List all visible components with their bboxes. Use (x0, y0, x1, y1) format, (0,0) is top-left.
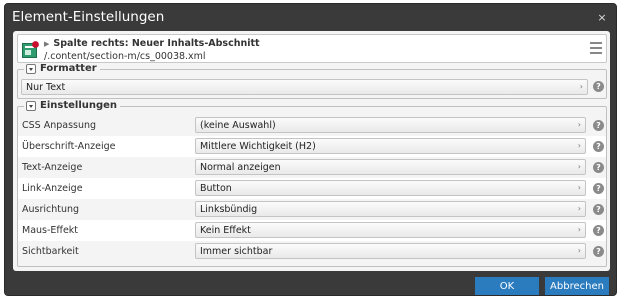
help-icon[interactable]: ? (593, 204, 604, 215)
setting-label: CSS Anpassung (22, 120, 97, 131)
setting-label: Maus-Effekt (22, 225, 79, 236)
chevron-right-icon: › (577, 120, 581, 129)
dialog-footer: OK Abbrechen (5, 275, 616, 295)
setting-label: Überschrift-Anzeige (22, 141, 116, 152)
chevron-right-icon: › (577, 246, 581, 255)
setting-select-value: Normal anzeigen (200, 162, 281, 173)
setting-select[interactable]: Linksbündig › (195, 201, 586, 217)
close-icon[interactable]: × (595, 4, 609, 31)
settings-row: Link-Anzeige Button ›? (18, 178, 606, 199)
chevron-right-icon: › (579, 82, 583, 91)
settings-row: Maus-Effekt Kein Effekt ›? (18, 220, 606, 241)
resource-title: ▶ Spalte rechts: Neuer Inhalts-Abschnitt (44, 38, 260, 49)
formatter-legend-text: Formatter (40, 63, 97, 74)
formatter-select[interactable]: Nur Text › (21, 79, 588, 95)
setting-select-value: Immer sichtbar (200, 246, 273, 257)
dialog-titlebar[interactable]: Element-Einstellungen (5, 4, 616, 31)
chevron-right-icon: › (577, 183, 581, 192)
help-icon[interactable]: ? (593, 225, 604, 236)
chevron-right-icon: › (577, 141, 581, 150)
resource-info: ▶ Spalte rechts: Neuer Inhalts-Abschnitt … (17, 34, 607, 63)
ok-button[interactable]: OK (475, 277, 539, 295)
cancel-button[interactable]: Abbrechen (545, 277, 609, 295)
help-icon[interactable]: ? (593, 120, 604, 131)
setting-select-value: Kein Effekt (200, 225, 251, 236)
formatter-fieldset: Formatter Nur Text › ? (17, 63, 607, 99)
collapse-toggle-icon[interactable] (26, 101, 36, 111)
setting-select[interactable]: Normal anzeigen › (195, 159, 586, 175)
menu-icon[interactable] (590, 42, 602, 54)
settings-row: Sichtbarkeit Immer sichtbar ›? (18, 241, 606, 262)
settings-legend: Einstellungen (24, 100, 121, 112)
dialog-title: Element-Einstellungen (12, 9, 165, 25)
settings-dialog: Element-Einstellungen × ▶ Spalte rechts: … (4, 3, 617, 296)
content-section-icon (22, 41, 39, 58)
formatter-legend: Formatter (24, 63, 100, 75)
help-icon[interactable]: ? (593, 141, 604, 152)
formatter-select-value: Nur Text (26, 82, 66, 93)
resource-path: /.content/section-m/cs_00038.xml (44, 51, 206, 62)
chevron-right-icon: › (577, 225, 581, 234)
expand-triangle-icon[interactable]: ▶ (44, 40, 49, 48)
setting-select[interactable]: Mittlere Wichtigkeit (H2) › (195, 138, 586, 154)
dialog-content: ▶ Spalte rechts: Neuer Inhalts-Abschnitt … (13, 31, 610, 271)
setting-select[interactable]: Kein Effekt › (195, 222, 586, 238)
chevron-right-icon: › (577, 204, 581, 213)
chevron-right-icon: › (577, 162, 581, 171)
setting-label: Link-Anzeige (22, 183, 83, 194)
settings-row: CSS Anpassung (keine Auswahl) ›? (18, 115, 606, 136)
setting-label: Sichtbarkeit (22, 246, 79, 257)
collapse-toggle-icon[interactable] (26, 64, 36, 74)
help-icon[interactable]: ? (593, 183, 604, 194)
settings-fieldset: Einstellungen CSS Anpassung (keine Auswah… (17, 100, 607, 267)
setting-select-value: Linksbündig (200, 204, 258, 215)
settings-row: Überschrift-Anzeige Mittlere Wichtigkeit … (18, 136, 606, 157)
setting-select-value: (keine Auswahl) (200, 120, 276, 131)
setting-select[interactable]: Immer sichtbar › (195, 243, 586, 259)
setting-label: Ausrichtung (22, 204, 80, 215)
settings-row: Ausrichtung Linksbündig ›? (18, 199, 606, 220)
setting-label: Text-Anzeige (22, 162, 83, 173)
setting-select[interactable]: Button › (195, 180, 586, 196)
setting-select-value: Mittlere Wichtigkeit (H2) (200, 141, 316, 152)
setting-select[interactable]: (keine Auswahl) › (195, 117, 586, 133)
setting-select-value: Button (200, 183, 232, 194)
settings-row: Text-Anzeige Normal anzeigen ›? (18, 157, 606, 178)
help-icon[interactable]: ? (593, 81, 604, 92)
help-icon[interactable]: ? (593, 246, 604, 257)
settings-legend-text: Einstellungen (40, 100, 118, 111)
resource-title-text: Spalte rechts: Neuer Inhalts-Abschnitt (53, 38, 260, 49)
help-icon[interactable]: ? (593, 162, 604, 173)
